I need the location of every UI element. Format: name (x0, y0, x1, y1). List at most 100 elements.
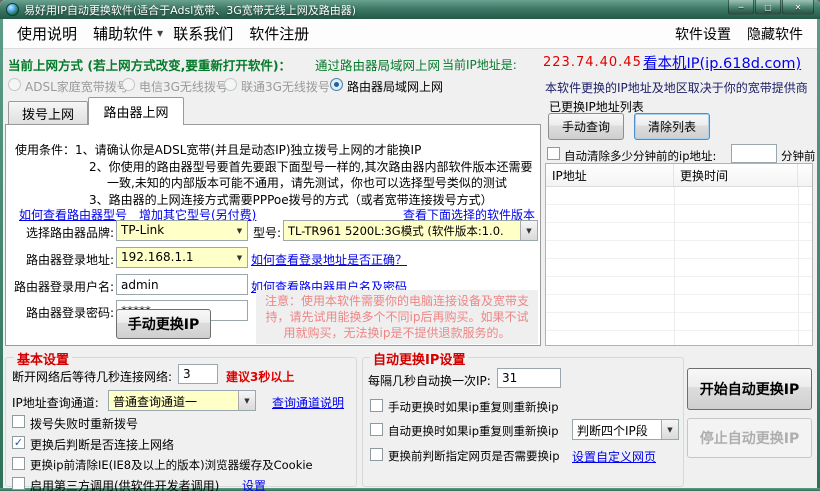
table-column-divider (798, 187, 799, 345)
ip-segment-value: 判断四个IP段 (573, 420, 661, 439)
router-brand-label: 选择路由器品牌: (26, 224, 114, 241)
menu-contact-us[interactable]: 联系我们 (165, 20, 241, 47)
router-address-label: 路由器登录地址: (26, 251, 114, 268)
auto-clear-checkbox[interactable] (547, 147, 560, 160)
router-model-value: TL-TR961 5200L:3G模式 (软件版本:1.0. (284, 221, 520, 240)
router-user-input[interactable] (116, 274, 248, 295)
router-user-label: 路由器登录用户名: (14, 278, 114, 295)
check-icon: ✓ (14, 437, 23, 448)
third-party-label: 启用第三方调用(供软件开发者调用) (30, 477, 219, 491)
manual-dup-label: 手动更换时如果ip重复则重新换ip (388, 399, 559, 415)
third-party-settings-link[interactable]: 设置 (242, 477, 266, 491)
radio-adsl-dialup[interactable] (8, 78, 21, 91)
start-auto-change-button[interactable]: 开始自动更换IP (687, 368, 812, 410)
clear-ie-checkbox[interactable] (12, 457, 25, 470)
auto-clear-minutes-input[interactable] (731, 144, 777, 163)
table-row (546, 259, 812, 277)
radio-adsl-dialup-label: ADSL家庭宽带拨号 (25, 78, 129, 95)
chevron-down-icon[interactable]: ▼ (232, 221, 247, 240)
menu-hide-software[interactable]: 隐藏软件 (739, 21, 811, 47)
check-page-checkbox[interactable] (370, 448, 383, 461)
minimize-button[interactable]: ─ (728, 0, 754, 15)
app-globe-icon (6, 3, 19, 16)
current-mode-value: 通过路由器局域网上网 (315, 55, 440, 74)
window-controls: ─ ▢ ✕ (727, 0, 814, 15)
router-address-select[interactable]: 192.168.1.1 ▼ (116, 247, 248, 268)
radio-telecom-3g-label: 电信3G无线拨号 (139, 78, 228, 95)
interval-label: 每隔几秒自动换一次IP: (368, 372, 491, 389)
basic-settings-title: 基本设置 (14, 349, 72, 368)
title-bar: 易好用IP自动更换软件(适合于Adsl宽带、3G宽带无线上网及路由器) ─ ▢ … (0, 0, 820, 19)
howto-view-router-model-link[interactable]: 如何查看路由器型号 (19, 206, 127, 223)
column-header-time[interactable]: 更换时间 (674, 164, 798, 186)
check-network-checkbox[interactable]: ✓ (12, 436, 25, 449)
table-row (546, 187, 812, 205)
maximize-button[interactable]: ▢ (755, 0, 781, 15)
condition-line-2: 2、你使用的路由器型号要首先要跟下面型号一样的,其次路由器内部软件版本还需要 (89, 158, 532, 175)
current-ip-value: 223.74.40.45 (543, 55, 642, 70)
chevron-down-icon[interactable]: ▼ (520, 221, 537, 240)
radio-router-lan[interactable] (330, 78, 343, 91)
query-channel-help-link[interactable]: 查询通道说明 (272, 394, 344, 411)
check-page-label: 更换前判断指定网页是否需要换ip (388, 448, 560, 464)
radio-unicom-3g[interactable] (224, 78, 237, 91)
auto-clear-label: 自动清除多少分钟前的ip地址: (564, 148, 716, 164)
chevron-down-icon[interactable]: ▼ (661, 420, 678, 439)
window-edge-left (0, 19, 3, 491)
query-channel-select[interactable]: 普通查询通道一 ▼ (108, 390, 256, 411)
column-header-ip[interactable]: IP地址 (546, 164, 674, 186)
router-brand-select[interactable]: TP-Link ▼ (116, 220, 248, 241)
view-my-ip-link[interactable]: 看本机IP(ip.618d.com) (643, 52, 801, 73)
manual-dup-checkbox[interactable] (370, 399, 383, 412)
auto-settings-title: 自动更换IP设置 (370, 349, 468, 368)
check-address-link[interactable]: 如何查看登录地址是否正确？ (251, 251, 407, 268)
condition-line-1: 使用条件：1、请确认你是ADSL宽带(并且是动态IP)独立拨号上网的才能换IP (15, 141, 421, 158)
wait-seconds-hint: 建议3秒以上 (226, 368, 294, 385)
custom-page-link[interactable]: 设置自定义网页 (572, 448, 656, 465)
menu-helper-software[interactable]: 辅助软件 (85, 20, 161, 47)
wait-seconds-input[interactable] (178, 364, 218, 384)
router-brand-value: TP-Link (117, 221, 232, 240)
auto-dup-label: 自动更换时如果ip重复则重新换ip (388, 423, 559, 439)
table-column-divider (674, 187, 675, 345)
auto-dup-checkbox[interactable] (370, 423, 383, 436)
menu-bar: 使用说明 辅助软件 ▼ 联系我们 软件注册 软件设置 隐藏软件 (3, 19, 817, 49)
condition-line-3: 一致,未知的内部版本可能不通用，请先测试，你也可以选择型号类似的测试 (107, 174, 507, 191)
table-row (546, 313, 812, 331)
menu-usage-help[interactable]: 使用说明 (9, 20, 85, 47)
chevron-down-icon[interactable]: ▼ (232, 248, 247, 267)
manual-query-button[interactable]: 手动查询 (548, 113, 624, 140)
current-mode-label: 当前上网方式 (若上网方式改变,要重新打开软件)： (8, 55, 291, 74)
redial-checkbox[interactable] (12, 415, 25, 428)
query-channel-value: 普通查询通道一 (109, 391, 238, 410)
purchase-note: 注意：使用本软件需要你的电脑连接设备及宽带支持，请先试用能换多个不同ip后再购买… (256, 290, 538, 344)
window-title: 易好用IP自动更换软件(适合于Adsl宽带、3G宽带无线上网及路由器) (24, 2, 356, 18)
provider-note: 本软件更换的IP地址及地区取决于你的宽带提供商 (545, 79, 808, 96)
clear-ie-label: 更换ip前清除IE(IE8及以上的版本)浏览器缓存及Cookie (30, 457, 313, 473)
radio-telecom-3g[interactable] (122, 78, 135, 91)
redial-label: 拨号失败时重新拨号 (30, 415, 138, 432)
menu-register[interactable]: 软件注册 (241, 20, 317, 47)
chevron-down-icon[interactable]: ▼ (238, 391, 255, 410)
manual-change-ip-button[interactable]: 手动更换IP (116, 309, 211, 339)
tab-router[interactable]: 路由器上网 (88, 97, 184, 125)
interval-input[interactable] (497, 368, 561, 388)
ip-list-table-header: IP地址 更换时间 (546, 164, 812, 187)
table-row (546, 331, 812, 346)
table-row (546, 223, 812, 241)
auto-clear-suffix: 分钟前 (781, 148, 816, 164)
third-party-checkbox[interactable] (12, 477, 25, 490)
router-model-select[interactable]: TL-TR961 5200L:3G模式 (软件版本:1.0. ▼ (283, 220, 538, 241)
stop-auto-change-button[interactable]: 停止自动更换IP (687, 418, 812, 458)
router-tab-panel: 使用条件：1、请确认你是ADSL宽带(并且是动态IP)独立拨号上网的才能换IP … (5, 124, 541, 346)
tab-dialup[interactable]: 拨号上网 (8, 101, 88, 125)
ip-segment-select[interactable]: 判断四个IP段 ▼ (572, 419, 679, 440)
clear-list-button[interactable]: 清除列表 (634, 113, 710, 140)
radio-router-lan-label: 路由器局域网上网 (347, 78, 443, 95)
wait-seconds-label: 断开网络后等待几秒连接网络: (12, 368, 172, 385)
query-channel-label: IP地址查询通道: (12, 394, 99, 411)
radio-unicom-3g-label: 联通3G无线拨号 (241, 78, 330, 95)
check-network-label: 更换后判断是否连接上网络 (30, 436, 174, 453)
close-button[interactable]: ✕ (782, 0, 814, 15)
menu-software-settings[interactable]: 软件设置 (667, 21, 739, 47)
